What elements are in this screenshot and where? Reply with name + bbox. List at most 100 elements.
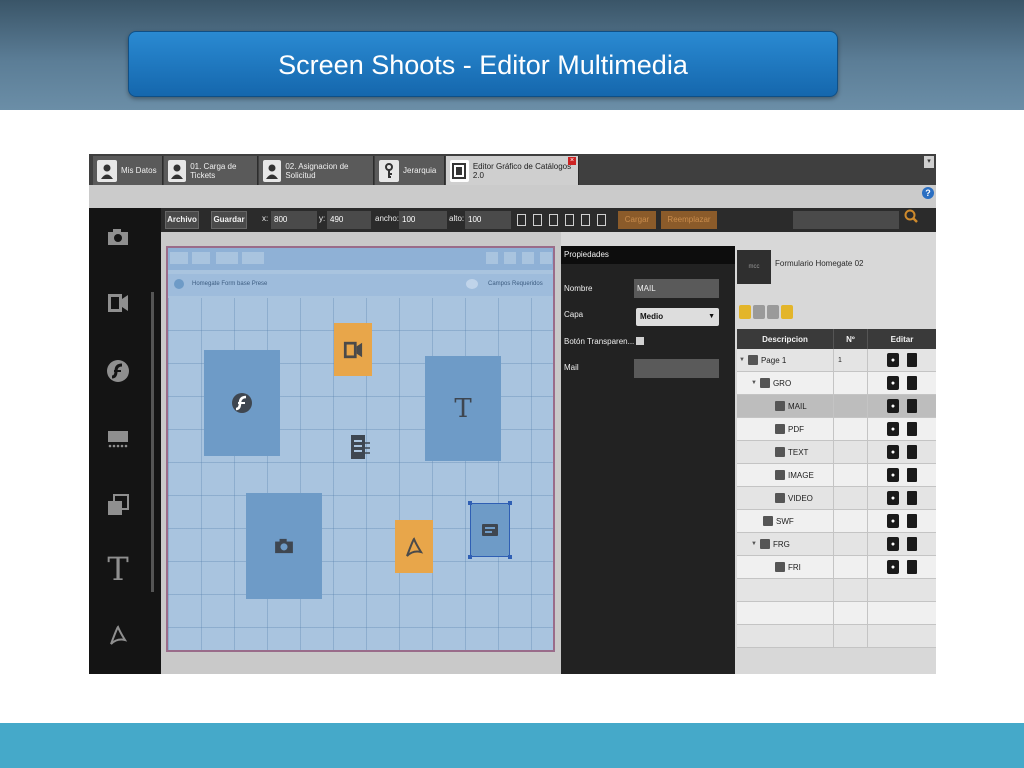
eye-icon[interactable]: ● [887,399,899,413]
text-block[interactable]: T [425,356,501,461]
tab-mis-datos[interactable]: Mis Datos [93,156,163,185]
table-row[interactable]: ▼ Page 1 1 ● [737,349,936,372]
trash-icon[interactable] [907,422,917,436]
trash-icon[interactable] [907,468,917,482]
eye-icon[interactable]: ● [887,560,899,574]
swf-block[interactable] [204,350,280,456]
paste-icon[interactable] [781,305,793,319]
delete-icon[interactable] [753,305,765,319]
close-icon[interactable]: × [568,157,576,165]
design-canvas[interactable]: Homegate Form base Prese Campos Requerid… [166,246,555,652]
trash-icon[interactable] [907,491,917,505]
trash-icon[interactable] [907,353,917,367]
align-right-icon[interactable] [597,214,606,226]
group-icon[interactable] [105,492,131,518]
y-input[interactable]: 490 [327,211,371,229]
table-row[interactable]: ▼ GRO ● [737,372,936,395]
resize-handle[interactable] [508,501,512,505]
video-icon[interactable] [105,290,131,316]
canvas-area: Homegate Form base Prese Campos Requerid… [161,232,561,674]
trash-icon[interactable] [907,537,917,551]
nombre-input[interactable]: MAIL [634,279,719,298]
sidebar-scrollbar[interactable] [151,292,154,592]
pdf-icon [406,536,424,557]
tab-editor-grafico[interactable]: Editor Gráfico de Catálogos 2.0 × [446,156,579,185]
x-input[interactable]: 800 [271,211,317,229]
fri-block[interactable] [348,432,372,462]
eye-icon[interactable]: ● [887,491,899,505]
row-label: VIDEO [788,493,813,503]
guardar-button[interactable]: Guardar [211,211,247,229]
table-row[interactable]: SWF ● [737,510,936,533]
trash-icon[interactable] [907,514,917,528]
eye-icon[interactable]: ● [887,376,899,390]
tab-label: Editor Gráfico de Catálogos 2.0 [472,161,572,180]
table-row[interactable]: ▼ FRG ● [737,533,936,556]
table-header: Descripcion Nº Editar [737,329,936,349]
row-label: TEXT [788,447,809,457]
alto-input[interactable]: 100 [465,211,511,229]
table-row[interactable]: FRI ● [737,556,936,579]
text-icon [775,447,785,457]
align-bottom-icon[interactable] [581,214,590,226]
trash-icon[interactable] [907,376,917,390]
user-icon [97,159,117,182]
expand-arrow-icon[interactable]: ▼ [751,380,757,386]
table-row[interactable]: VIDEO ● [737,487,936,510]
copy-icon[interactable] [767,305,779,319]
resize-handle[interactable] [508,555,512,559]
pdf-block[interactable] [395,520,433,573]
flash-icon[interactable] [105,358,131,384]
table-row-selected[interactable]: MAIL ● [737,395,936,418]
search-icon[interactable] [904,209,918,227]
text-icon[interactable]: T [105,550,131,588]
archivo-button[interactable]: Archivo [165,211,199,229]
flash-icon [232,393,252,413]
expand-arrow-icon[interactable]: ▼ [751,541,757,547]
eye-icon[interactable]: ● [887,422,899,436]
tab-carga-tickets[interactable]: 01. Carga de Tickets [164,156,258,185]
col-editar: Editar [890,334,914,344]
tabs-dropdown-icon[interactable]: ▾ [924,156,934,168]
boton-transparente-checkbox[interactable] [636,337,644,345]
tab-jerarquia[interactable]: Jerarquia [375,156,445,185]
eye-icon[interactable]: ● [887,445,899,459]
eye-icon[interactable]: ● [887,537,899,551]
camera-icon[interactable] [105,224,131,250]
align-center-icon[interactable] [533,214,542,226]
align-middle-icon[interactable] [565,214,574,226]
trash-icon[interactable] [907,445,917,459]
help-icon[interactable]: ? [922,187,934,199]
add-icon[interactable] [739,305,751,319]
tab-asignacion-solicitud[interactable]: 02. Asignacion de Solicitud [259,156,374,185]
expand-arrow-icon[interactable]: ▼ [739,357,745,363]
table-row[interactable]: IMAGE ● [737,464,936,487]
mail-input[interactable] [634,359,719,378]
eye-icon[interactable]: ● [887,514,899,528]
page-icon [747,355,758,365]
cargar-button[interactable]: Cargar [618,211,656,229]
table-row[interactable]: TEXT ● [737,441,936,464]
trash-icon[interactable] [907,560,917,574]
tab-label: Jerarquia [403,166,437,175]
row-number [834,510,868,532]
sub-bar [89,185,936,208]
trash-icon[interactable] [907,399,917,413]
pdf-icon[interactable] [105,622,131,648]
image-block[interactable] [246,493,322,599]
resize-handle[interactable] [468,555,472,559]
row-label: FRI [788,562,801,572]
reemplazar-button[interactable]: Reemplazar [661,211,717,229]
table-row[interactable]: PDF ● [737,418,936,441]
eye-icon[interactable]: ● [887,353,899,367]
align-left-icon[interactable] [517,214,526,226]
video-block[interactable] [334,323,372,376]
eye-icon[interactable]: ● [887,468,899,482]
align-top-icon[interactable] [549,214,558,226]
ancho-input[interactable]: 100 [399,211,447,229]
search-input[interactable] [793,211,899,229]
capa-select[interactable]: Medio ▼ [636,308,719,326]
resize-handle[interactable] [468,501,472,505]
form-field-icon[interactable] [105,426,131,452]
mail-block-selected[interactable] [468,501,512,559]
